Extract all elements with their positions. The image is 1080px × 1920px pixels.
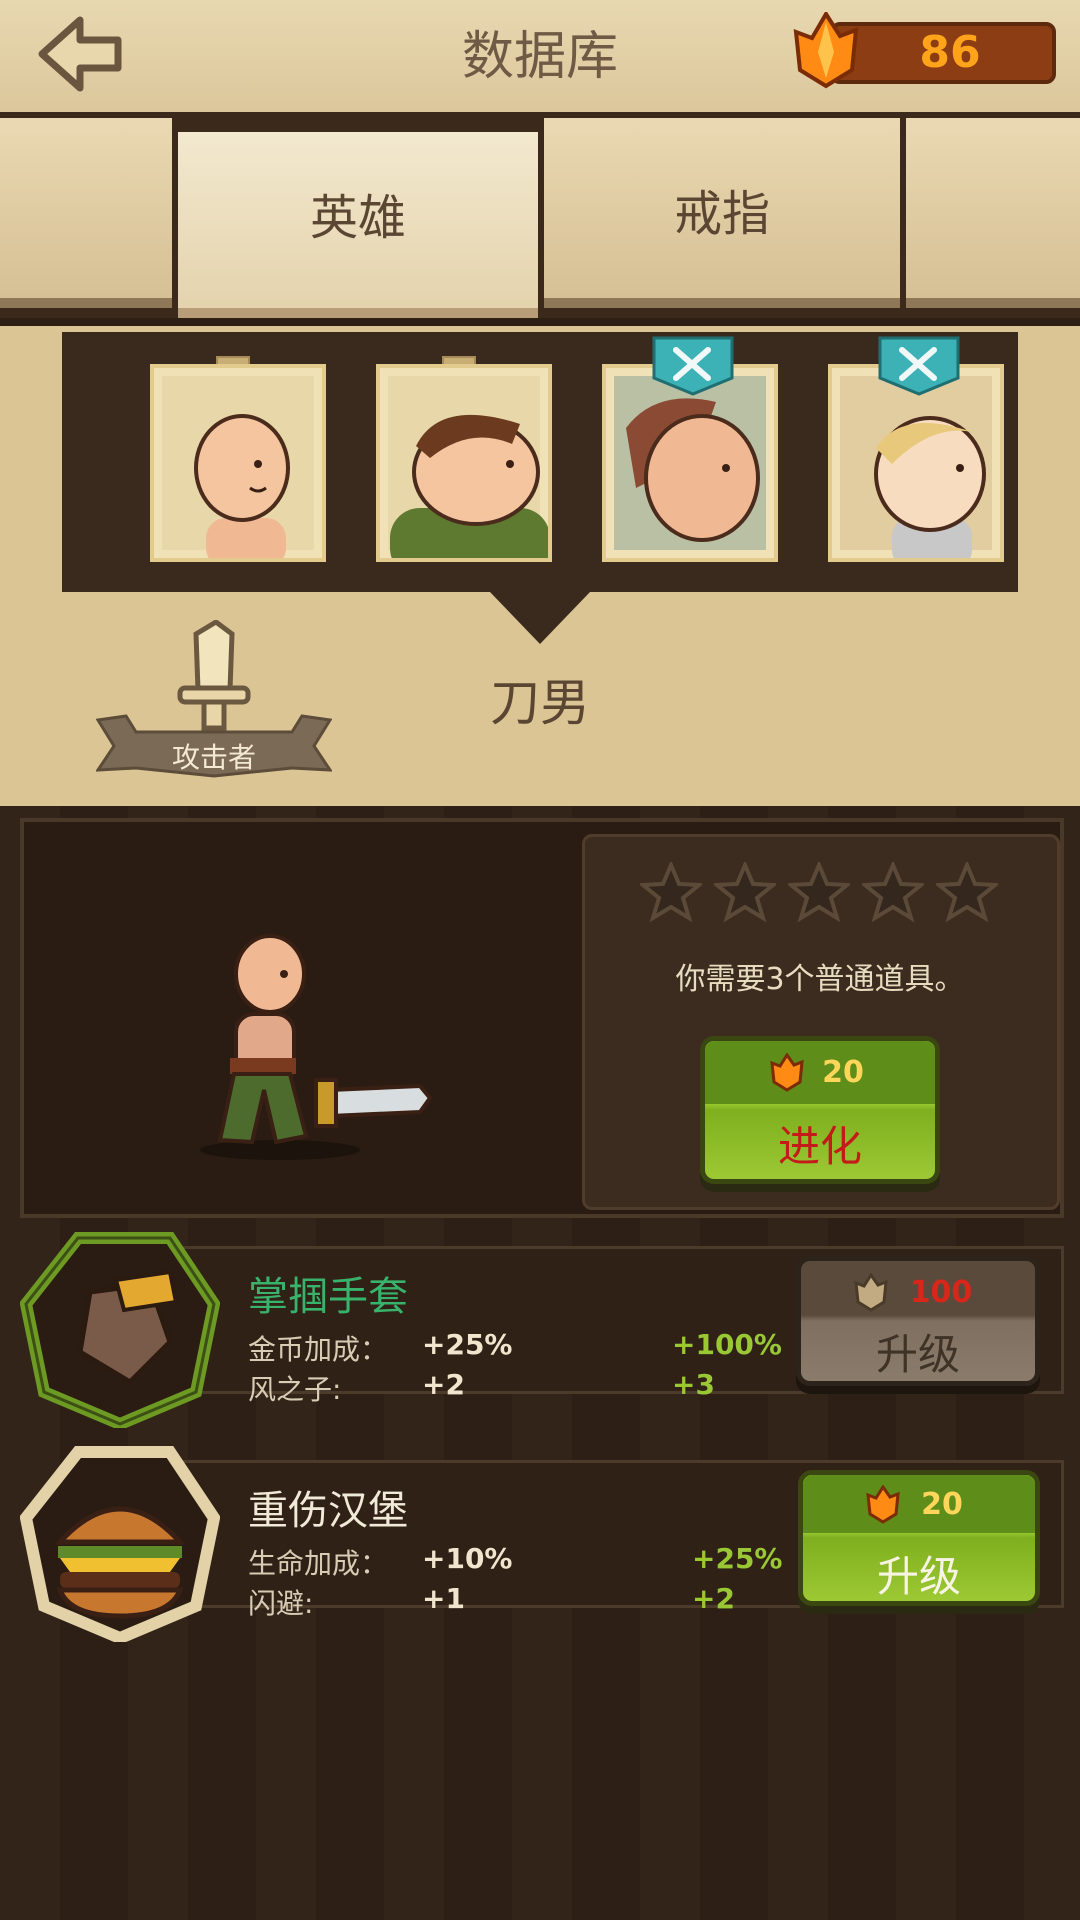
page-title: 数据库 — [461, 27, 618, 87]
empty-star-icon — [936, 862, 998, 923]
crossed-swords-badge-icon — [878, 336, 960, 396]
upgrade-button[interactable]: 20 升级 — [798, 1470, 1040, 1606]
item-name-gloves: 掌掴手套 — [248, 1274, 408, 1320]
hero-portrait-1[interactable] — [150, 364, 326, 562]
empty-star-icon — [862, 862, 924, 923]
orange-crystal-icon — [793, 12, 859, 89]
brute-portrait-icon — [390, 414, 548, 558]
upgrade-label: 升级 — [875, 1330, 960, 1379]
brown-hair-hero-portrait-icon — [626, 398, 760, 542]
tab-heroes-label: 英雄 — [309, 190, 406, 246]
selection-pointer — [490, 592, 590, 644]
sword-hero-sprite — [200, 934, 433, 1160]
evolve-hint: 你需要3个普通道具。 — [675, 962, 965, 997]
evolve-label: 进化 — [777, 1122, 862, 1171]
back-button[interactable] — [34, 14, 126, 94]
stat-next-value: +25% — [692, 1542, 783, 1575]
tab-right-partial[interactable] — [906, 118, 1080, 308]
burger-item-icon — [20, 1446, 220, 1642]
back-arrow-icon — [38, 16, 122, 92]
stat-value: +10% — [422, 1542, 513, 1575]
empty-star-icon — [640, 862, 702, 923]
sword-class-icon — [177, 620, 251, 731]
stat-value: +1 — [422, 1582, 465, 1615]
upgrade-cost: 100 — [909, 1275, 973, 1310]
stat-next-value: +100% — [672, 1328, 782, 1361]
upgrade-label: 升级 — [876, 1552, 961, 1601]
hero-portrait-2[interactable] — [376, 364, 552, 562]
stat-value: +25% — [422, 1328, 513, 1361]
stat-label: 生命加成： — [248, 1547, 389, 1580]
bald-boy-portrait-icon — [194, 414, 290, 558]
upgrade-button-disabled[interactable]: 100 升级 — [796, 1256, 1040, 1386]
gem-counter: 86 — [790, 12, 1056, 89]
stat-label: 闪避: — [248, 1587, 314, 1620]
stat-next-value: +2 — [692, 1582, 735, 1615]
stat-label: 金币加成： — [248, 1333, 389, 1366]
item-name-burger: 重伤汉堡 — [248, 1488, 408, 1534]
gloves-item-icon — [20, 1232, 220, 1428]
stat-next-value: +3 — [672, 1368, 715, 1401]
gem-count: 86 — [919, 27, 981, 78]
tab-left-partial[interactable] — [0, 118, 172, 308]
class-label: 攻击者 — [171, 741, 256, 774]
tab-rings-label: 戒指 — [673, 186, 770, 242]
crossed-swords-badge-icon — [652, 336, 734, 396]
tab-rings[interactable]: 戒指 — [544, 118, 900, 308]
empty-star-icon — [714, 862, 776, 923]
blonde-hero-portrait-icon — [874, 416, 986, 558]
upgrade-cost: 20 — [921, 1487, 963, 1522]
hero-name: 刀男 — [490, 674, 590, 732]
evolve-cost: 20 — [822, 1055, 864, 1090]
empty-star-icon — [788, 862, 850, 923]
tab-heroes[interactable]: 英雄 — [178, 132, 538, 318]
stat-label: 风之子: — [248, 1373, 342, 1406]
tab-bar: 英雄 戒指 — [0, 118, 1080, 318]
stat-value: +2 — [422, 1368, 465, 1401]
evolve-button[interactable]: 20 进化 — [700, 1036, 940, 1184]
